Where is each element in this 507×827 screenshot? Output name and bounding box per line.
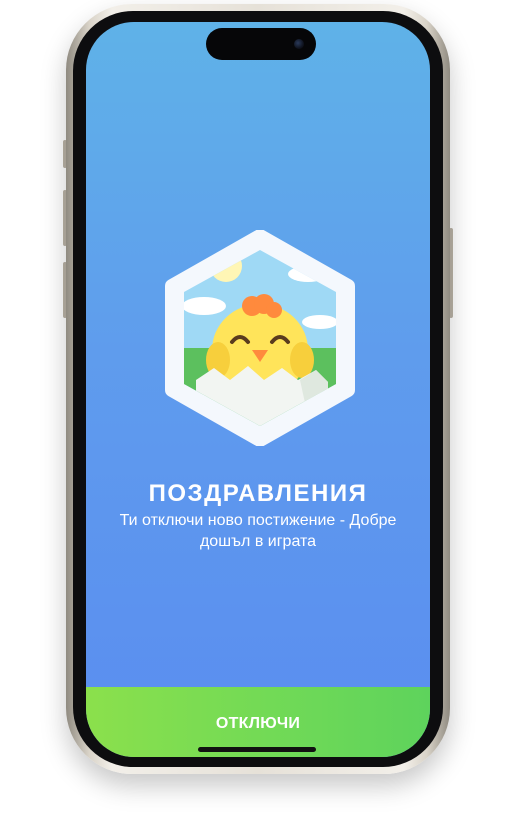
achievement-badge (160, 229, 360, 447)
home-indicator[interactable] (198, 747, 316, 752)
cloud-icon (184, 297, 226, 315)
front-camera-icon (294, 39, 304, 49)
cloud-icon (302, 315, 336, 329)
achievement-message: Ти отключи ново постижение - Добре дошъл… (119, 512, 397, 550)
dynamic-island (206, 28, 316, 60)
phone-screen: ПОЗДРАВЛЕНИЯ Ти отключи ново постижение … (86, 22, 430, 757)
chick-wing-right (290, 342, 314, 378)
achievement-title: ПОЗДРАВЛЕНИЯ (148, 480, 368, 507)
chick-hatching-egg-icon (165, 229, 355, 447)
unlock-button-label: ОТКЛЮЧИ (215, 715, 301, 732)
